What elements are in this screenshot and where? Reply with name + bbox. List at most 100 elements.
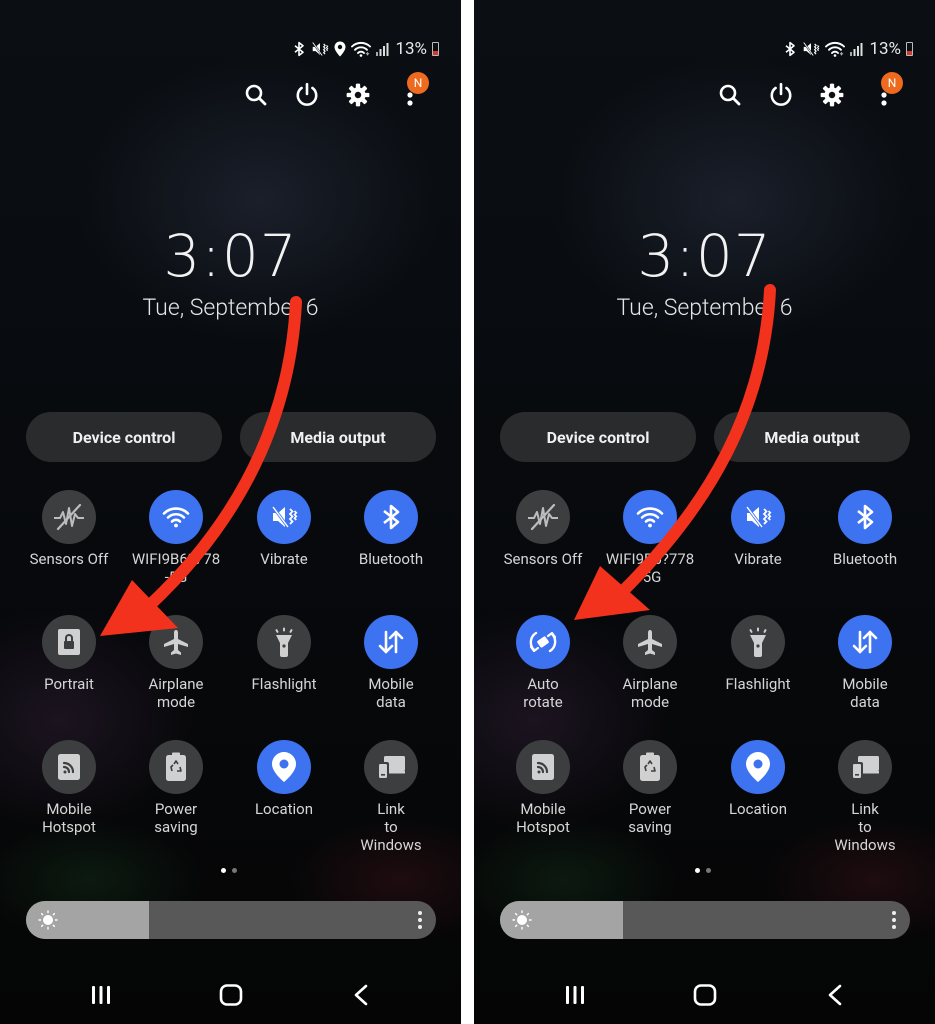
tile-link-to-windows[interactable]: Link to Windows [815, 740, 915, 854]
battery-percent: 13% [395, 39, 427, 59]
tile-toggle[interactable] [623, 740, 677, 794]
tile-vibrate[interactable]: Vibrate [234, 490, 334, 600]
gear-icon [820, 83, 844, 107]
tile-toggle[interactable] [364, 615, 418, 669]
tile-hotspot[interactable]: Mobile Hotspot [493, 740, 593, 850]
tile-wifi[interactable]: WIFI9B6?778-5G [126, 490, 226, 600]
tile-link-to-windows[interactable]: Link to Windows [341, 740, 441, 854]
brightness-slider[interactable] [500, 901, 910, 939]
tile-mobile-data[interactable]: Mobile data [341, 615, 441, 725]
tile-auto-rotate[interactable]: Auto rotate [493, 615, 593, 725]
recents-button[interactable] [81, 978, 121, 1012]
tile-sensors-off[interactable]: Sensors Off [493, 490, 593, 600]
tile-location[interactable]: Location [234, 740, 334, 850]
clock-time: 3:07 [163, 222, 298, 290]
device-control-button[interactable]: Device control [26, 412, 222, 462]
search-button[interactable] [239, 78, 273, 112]
home-button[interactable] [211, 978, 251, 1012]
tile-flashlight[interactable]: Flashlight [708, 615, 808, 725]
tile-toggle[interactable] [838, 740, 892, 794]
tile-toggle[interactable] [42, 740, 96, 794]
tile-flashlight[interactable]: Flashlight [234, 615, 334, 725]
more-options-button[interactable]: N [393, 72, 429, 112]
airplane-icon [636, 628, 664, 656]
airplane-icon [162, 628, 190, 656]
tile-power-saving[interactable]: Power saving [600, 740, 700, 850]
tile-airplane[interactable]: Airplane mode [600, 615, 700, 725]
top-actions: N [0, 72, 461, 112]
tile-location[interactable]: Location [708, 740, 808, 850]
media-output-button[interactable]: Media output [240, 412, 436, 462]
home-button[interactable] [685, 978, 725, 1012]
tile-toggle[interactable] [257, 615, 311, 669]
tile-toggle[interactable] [516, 490, 570, 544]
tile-bluetooth[interactable]: Bluetooth [341, 490, 441, 600]
power-button[interactable] [764, 78, 798, 112]
tile-toggle[interactable] [364, 740, 418, 794]
tile-airplane[interactable]: Airplane mode [126, 615, 226, 725]
tile-toggle[interactable] [623, 615, 677, 669]
navigation-bar [474, 978, 935, 1012]
tile-label: Mobile Hotspot [42, 800, 96, 836]
power-icon [296, 82, 318, 106]
tile-toggle[interactable] [516, 615, 570, 669]
tile-vibrate[interactable]: Vibrate [708, 490, 808, 600]
tile-hotspot[interactable]: Mobile Hotspot [19, 740, 119, 850]
tile-toggle[interactable] [257, 490, 311, 544]
page-dot[interactable] [706, 868, 711, 873]
tile-label: Sensors Off [29, 550, 109, 568]
page-dot[interactable] [232, 868, 237, 873]
tile-label: Auto rotate [523, 675, 563, 711]
brightness-more-button[interactable] [418, 911, 422, 929]
tile-toggle[interactable] [623, 490, 677, 544]
tile-toggle[interactable] [731, 615, 785, 669]
status-signal-icon [376, 42, 390, 56]
tile-toggle[interactable] [731, 490, 785, 544]
tile-label: Power saving [628, 800, 672, 836]
status-signal-icon [850, 42, 864, 56]
recents-button[interactable] [555, 978, 595, 1012]
battery-icon [432, 42, 439, 56]
tile-label: Power saving [154, 800, 198, 836]
tile-toggle[interactable] [42, 615, 96, 669]
home-icon [219, 984, 243, 1006]
tile-toggle[interactable] [364, 490, 418, 544]
more-options-button[interactable]: N [867, 72, 903, 112]
tile-toggle[interactable] [149, 615, 203, 669]
tile-wifi[interactable]: WIFI9B6?778-5G [600, 490, 700, 600]
settings-button[interactable] [815, 78, 849, 112]
tile-toggle[interactable] [516, 740, 570, 794]
panel-divider [461, 0, 474, 1024]
tile-bluetooth[interactable]: Bluetooth [815, 490, 915, 600]
tile-toggle[interactable] [149, 740, 203, 794]
search-icon [245, 84, 267, 106]
tile-toggle[interactable] [838, 490, 892, 544]
search-button[interactable] [713, 78, 747, 112]
status-location-icon [334, 41, 346, 57]
tile-toggle[interactable] [731, 740, 785, 794]
power-button[interactable] [290, 78, 324, 112]
tile-label: Airplane mode [148, 675, 204, 711]
power-icon [770, 82, 792, 106]
brightness-sun-icon [38, 910, 58, 930]
brightness-more-button[interactable] [892, 911, 896, 929]
tile-mobile-data[interactable]: Mobile data [815, 615, 915, 725]
device-control-button[interactable]: Device control [500, 412, 696, 462]
page-dot[interactable] [221, 868, 226, 873]
status-bar: 13% [783, 38, 913, 60]
tile-toggle[interactable] [257, 740, 311, 794]
brightness-slider[interactable] [26, 901, 436, 939]
gear-icon [346, 83, 370, 107]
tile-toggle[interactable] [838, 615, 892, 669]
settings-button[interactable] [341, 78, 375, 112]
tile-toggle[interactable] [42, 490, 96, 544]
back-button[interactable] [815, 978, 855, 1012]
tile-power-saving[interactable]: Power saving [126, 740, 226, 850]
back-button[interactable] [341, 978, 381, 1012]
tile-portrait-lock[interactable]: Portrait [19, 615, 119, 725]
tile-sensors-off[interactable]: Sensors Off [19, 490, 119, 600]
back-icon [828, 984, 842, 1006]
page-dot[interactable] [695, 868, 700, 873]
tile-toggle[interactable] [149, 490, 203, 544]
media-output-button[interactable]: Media output [714, 412, 910, 462]
